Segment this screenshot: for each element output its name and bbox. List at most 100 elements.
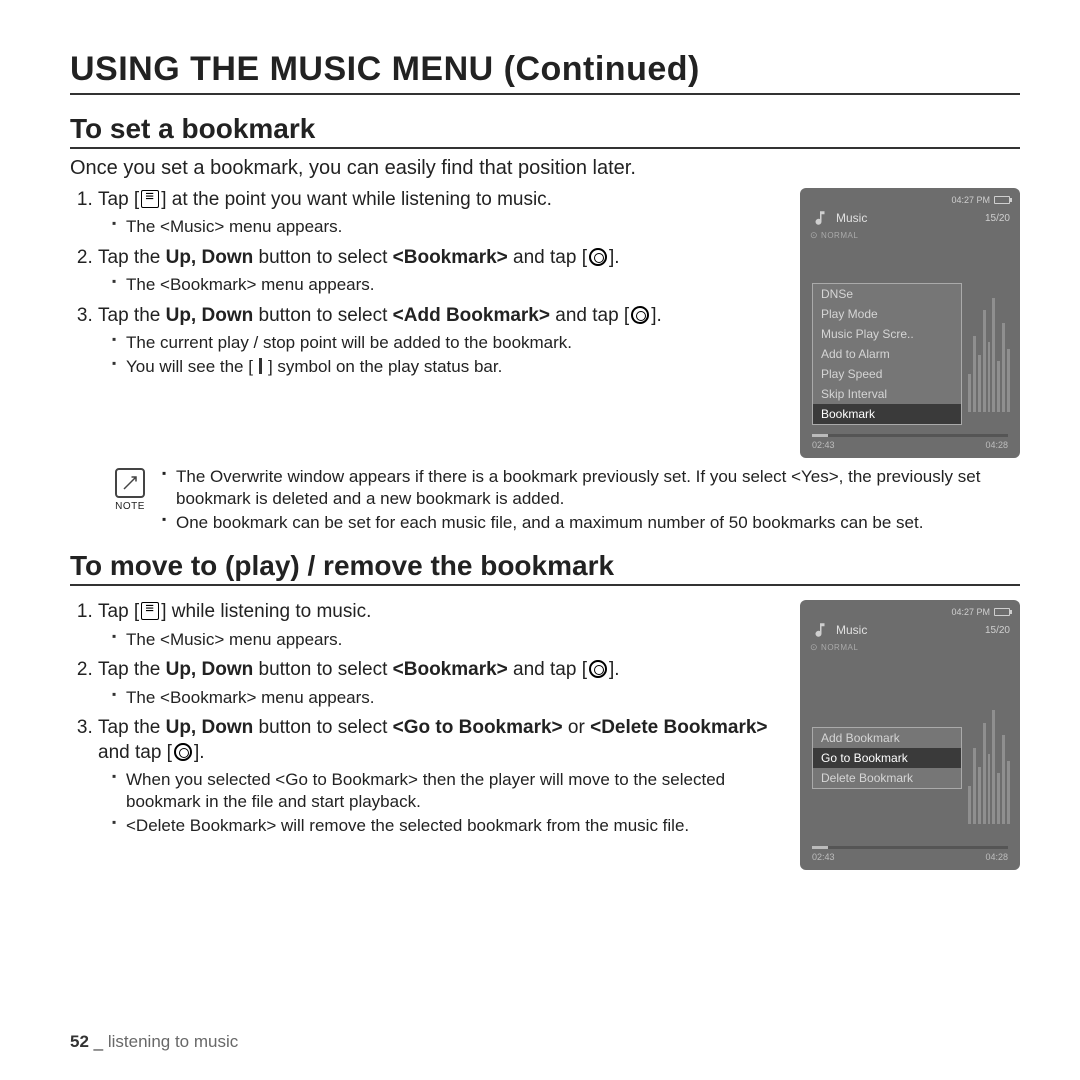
text-bold: Up, Down [166,305,254,326]
page-footer: 52 _ listening to music [70,1032,238,1052]
device-time: 04:27 PM [951,195,990,205]
device-title: Music [836,211,979,225]
device-menu-item: DNSe [813,284,961,304]
text: Tap [ [98,189,139,210]
note-item-2: One bookmark can be set for each music f… [162,512,1020,534]
text: Tap the [98,247,166,268]
s1-step3-sub2: You will see the [ ] symbol on the play s… [112,356,786,378]
text-bold: Up, Down [166,717,254,738]
note-label: NOTE [115,500,145,513]
text: Tap the [98,659,166,680]
progress-bar [812,434,1008,437]
device-screenshot-1: 04:27 PM Music 15/20 NORMAL DNSePlay Mod… [800,188,1020,458]
equalizer-icon [968,285,1010,412]
text: ]. [609,247,620,268]
text: and tap [ [550,305,629,326]
device-screenshot-2: 04:27 PM Music 15/20 NORMAL Add Bookmark… [800,600,1020,870]
music-note-icon [810,208,830,228]
text: You will see the [ [126,357,253,376]
s2-step2-sub: The <Bookmark> menu appears. [112,687,786,709]
section2-steps: Tap [ ] while listening to music. The <Mu… [70,600,786,836]
device-menu-item: Music Play Scre.. [813,324,961,344]
text-bold: <Bookmark> [393,659,508,680]
text: ] while listening to music. [161,601,371,622]
text: ]. [609,659,620,680]
footer-section: listening to music [108,1032,238,1051]
time-elapsed: 02:43 [812,852,835,862]
menu-icon [141,190,159,208]
select-icon [631,306,649,324]
device-title: Music [836,623,979,637]
device-menu-2: Add BookmarkGo to BookmarkDelete Bookmar… [812,727,962,789]
device-time: 04:27 PM [951,607,990,617]
battery-icon [994,608,1010,616]
footer-sep: _ [94,1032,103,1051]
s1-step1-sub: The <Music> menu appears. [112,216,786,238]
time-elapsed: 02:43 [812,440,835,450]
text: Tap [ [98,601,139,622]
s2-step1: Tap [ ] while listening to music. The <Mu… [98,600,786,650]
device-menu-item: Bookmark [813,404,961,424]
time-total: 04:28 [985,440,1008,450]
text-bold: <Go to Bookmark> [393,717,563,738]
s2-step3-sub2: <Delete Bookmark> will remove the select… [112,815,786,837]
text: and tap [ [508,659,587,680]
s1-step3-sub1: The current play / stop point will be ad… [112,332,786,354]
text: ]. [194,742,205,763]
text: ] symbol on the play status bar. [268,357,502,376]
device-menu-item: Add to Alarm [813,344,961,364]
select-icon [589,248,607,266]
text: Tap the [98,305,166,326]
device-menu-item: Skip Interval [813,384,961,404]
page-number: 52 [70,1032,89,1051]
text: and tap [ [508,247,587,268]
device-menu-item: Delete Bookmark [813,768,961,788]
s2-step2: Tap the Up, Down button to select <Bookm… [98,658,786,708]
text-bold: Up, Down [166,659,254,680]
device-menu-item: Play Speed [813,364,961,384]
text-bold: Up, Down [166,247,254,268]
music-note-icon [810,620,830,640]
text-bold: <Add Bookmark> [393,305,550,326]
section1-steps: Tap [ ] at the point you want while liste… [70,188,786,378]
text: button to select [253,305,392,326]
progress-bar [812,846,1008,849]
device-menu-item: Go to Bookmark [813,748,961,768]
text: Tap the [98,717,166,738]
s2-step1-sub: The <Music> menu appears. [112,629,786,651]
text: button to select [253,659,392,680]
text: ]. [651,305,662,326]
equalizer-icon [968,697,1010,824]
text: or [563,717,590,738]
bookmark-bar-icon [259,358,262,374]
device-menu-1: DNSePlay ModeMusic Play Scre..Add to Ala… [812,283,962,425]
menu-icon [141,602,159,620]
device-menu-item: Add Bookmark [813,728,961,748]
text-bold: <Delete Bookmark> [590,717,767,738]
note-block: NOTE The Overwrite window appears if the… [110,466,1020,536]
section-set-bookmark-title: To set a bookmark [70,113,1020,149]
device-menu-item: Play Mode [813,304,961,324]
text: ] at the point you want while listening … [161,189,552,210]
text-bold: <Bookmark> [393,247,508,268]
s1-step1: Tap [ ] at the point you want while liste… [98,188,786,238]
time-total: 04:28 [985,852,1008,862]
s1-step2: Tap the Up, Down button to select <Bookm… [98,246,786,296]
device-normal: NORMAL [821,643,858,652]
select-icon [589,660,607,678]
device-count: 15/20 [985,625,1010,636]
device-count: 15/20 [985,213,1010,224]
text: button to select [253,247,392,268]
select-icon [174,743,192,761]
s2-step3-sub1: When you selected <Go to Bookmark> then … [112,769,786,813]
text: and tap [ [98,742,172,763]
s1-step2-sub: The <Bookmark> menu appears. [112,274,786,296]
s1-step3: Tap the Up, Down button to select <Add B… [98,304,786,378]
note-item-1: The Overwrite window appears if there is… [162,466,1020,510]
text: button to select [253,717,392,738]
page-title: USING THE MUSIC MENU (Continued) [70,50,1020,95]
device-normal: NORMAL [821,231,858,240]
section1-intro: Once you set a bookmark, you can easily … [70,157,1020,180]
battery-icon [994,196,1010,204]
section-move-bookmark-title: To move to (play) / remove the bookmark [70,550,1020,586]
